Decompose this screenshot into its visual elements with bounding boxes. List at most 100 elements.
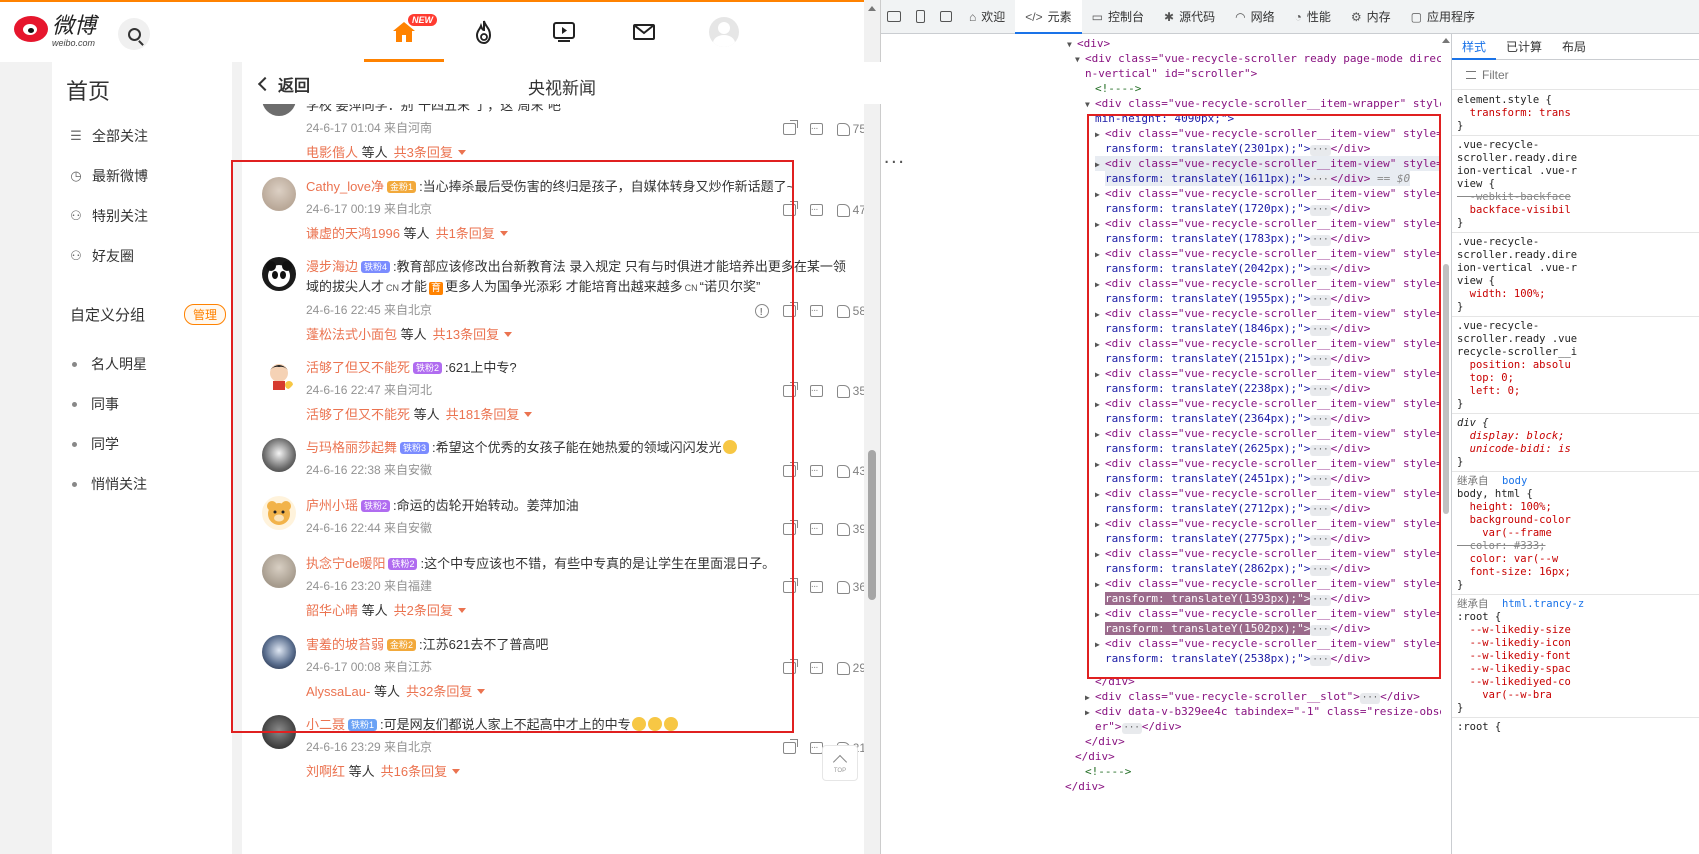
reply-count[interactable]: 共3条回复	[394, 145, 453, 160]
reply-user[interactable]: 韶华心晴	[306, 603, 358, 618]
comment-username[interactable]: 害羞的坡苔弱	[306, 637, 384, 652]
reply-user[interactable]: 蓬松法式小面包	[306, 327, 397, 342]
comment-username[interactable]: Cathy_love净	[306, 179, 384, 194]
dom-item-view[interactable]: ▶ <div class="vue-recycle-scroller__item-…	[1095, 186, 1446, 201]
dom-item-view[interactable]: ▶ <div class="vue-recycle-scroller__item-…	[1095, 336, 1446, 351]
style-line[interactable]: }	[1457, 301, 1463, 314]
sidebar-item-latest[interactable]: ◷ 最新微博	[68, 156, 228, 196]
style-line[interactable]: unicode-bidi: is	[1457, 443, 1571, 456]
device-button[interactable]	[907, 0, 933, 34]
style-line[interactable]: }	[1457, 456, 1463, 469]
reply-user[interactable]: AlyssaLau-	[306, 684, 370, 699]
comment-username[interactable]: 漫步海边	[306, 259, 358, 274]
dom-item-view[interactable]: ▶ <div class="vue-recycle-scroller__item-…	[1095, 366, 1446, 381]
style-line[interactable]: body	[1502, 475, 1527, 488]
ellipsis-icon[interactable]: ···	[1359, 693, 1381, 704]
more-icon[interactable]: ···	[883, 155, 905, 169]
share-button[interactable]	[782, 120, 798, 135]
style-line[interactable]: }	[1457, 579, 1463, 592]
reply-summary[interactable]: 刘啊红 等人 共16条回复	[306, 763, 866, 781]
reply-button[interactable]	[809, 381, 823, 401]
dom-item-view[interactable]: ▶ <div class="vue-recycle-scroller__item-…	[1095, 456, 1446, 471]
reply-summary[interactable]: AlyssaLau- 等人 共32条回复	[306, 683, 866, 701]
back-to-top-button[interactable]: TOP	[822, 745, 858, 781]
style-line[interactable]: view {	[1457, 178, 1495, 191]
reply-button[interactable]	[809, 658, 823, 678]
reply-user[interactable]: 电影偕人	[306, 145, 358, 160]
ellipsis-icon[interactable]: ···	[1310, 175, 1331, 186]
dock-button[interactable]	[933, 0, 959, 34]
style-line[interactable]: var(--frame	[1457, 527, 1552, 540]
style-line[interactable]: width: 100%;	[1457, 288, 1546, 301]
reply-summary[interactable]: 蓬松法式小面包 等人 共13条回复	[306, 326, 866, 344]
ellipsis-icon[interactable]: ···	[1310, 445, 1331, 456]
reply-button[interactable]	[809, 200, 823, 220]
avatar[interactable]	[262, 177, 296, 211]
reply-button[interactable]	[809, 738, 823, 758]
dom-item-view[interactable]: ▶ <div class="vue-recycle-scroller__item-…	[1095, 156, 1446, 171]
scrollbar-thumb[interactable]	[1443, 264, 1449, 514]
style-line[interactable]: left: 0;	[1457, 385, 1521, 398]
ellipsis-icon[interactable]: ···	[1310, 355, 1331, 366]
tab-sources[interactable]: ✱ 源代码	[1154, 0, 1225, 34]
reply-user[interactable]: 刘啊红	[306, 764, 345, 779]
reply-count[interactable]: 共2条回复	[394, 603, 453, 618]
ellipsis-icon[interactable]: ···	[1310, 505, 1331, 516]
tab-layout[interactable]: 布局	[1552, 34, 1596, 60]
nav-hot[interactable]	[444, 2, 524, 62]
nav-video[interactable]	[524, 2, 604, 62]
search-button[interactable]	[118, 18, 150, 50]
like-button[interactable]: 75	[836, 119, 866, 139]
ellipsis-icon[interactable]: ···	[1310, 655, 1331, 666]
dom-item-view[interactable]: ▶ <div class="vue-recycle-scroller__item-…	[1095, 486, 1446, 501]
reply-count[interactable]: 共181条回复	[446, 407, 520, 422]
reply-summary[interactable]: 电影偕人 等人 共3条回复	[306, 144, 866, 162]
nav-home[interactable]: NEW	[364, 2, 444, 62]
dom-node[interactable]: ▼ <div class="vue-recycle-scroller__item-…	[1085, 96, 1446, 111]
style-line[interactable]: 继承自	[1457, 598, 1489, 611]
sidebar-item-special[interactable]: ⚇ 特别关注	[68, 196, 228, 236]
reply-user[interactable]: 谦虚的天鸿1996	[306, 226, 400, 241]
reply-button[interactable]	[809, 577, 823, 597]
reply-button[interactable]	[809, 461, 823, 481]
style-line[interactable]: html.trancy-z	[1502, 598, 1584, 611]
style-line[interactable]: --w-likediyed-co	[1457, 676, 1571, 689]
reply-count[interactable]: 共32条回复	[406, 684, 472, 699]
dom-item-view[interactable]: ▶ <div class="vue-recycle-scroller__item-…	[1095, 516, 1446, 531]
dom-item-view[interactable]: ▶ <div class="vue-recycle-scroller__item-…	[1095, 636, 1446, 651]
dom-item-view[interactable]: ▶ <div class="vue-recycle-scroller__item-…	[1095, 216, 1446, 231]
dom-node[interactable]: ▼ <div>	[1067, 36, 1110, 51]
scroll-up-icon[interactable]	[868, 6, 876, 11]
dom-item-view[interactable]: ▶ <div class="vue-recycle-scroller__item-…	[1095, 246, 1446, 261]
share-button[interactable]	[782, 462, 798, 477]
reply-summary[interactable]: 韶华心晴 等人 共2条回复	[306, 602, 866, 620]
reply-summary[interactable]: 活够了但又不能死 等人 共181条回复	[306, 406, 866, 424]
style-line[interactable]: div {	[1457, 417, 1489, 430]
nav-profile[interactable]	[684, 2, 764, 62]
ellipsis-icon[interactable]: ···	[1310, 145, 1331, 156]
style-line[interactable]: top: 0;	[1457, 372, 1514, 385]
dom-item-view[interactable]: ▶ <div class="vue-recycle-scroller__item-…	[1095, 126, 1446, 141]
style-line[interactable]: recycle-scroller__i	[1457, 346, 1577, 359]
group-item[interactable]: 同学	[72, 424, 147, 464]
style-line[interactable]: .vue-recycle-	[1457, 139, 1539, 152]
tab-performance[interactable]: ◔ 性能	[1285, 0, 1341, 34]
ellipsis-icon[interactable]: ···	[1310, 565, 1331, 576]
style-line[interactable]: :root {	[1457, 611, 1501, 624]
style-line[interactable]: }	[1457, 120, 1463, 133]
dom-node[interactable]: ▶ <div data-v-b329ee4c tabindex="-1" clas…	[1085, 704, 1446, 719]
tab-memory[interactable]: ⚙ 内存	[1341, 0, 1401, 34]
reply-button[interactable]	[809, 519, 823, 539]
comment-username[interactable]: 小二聂	[306, 717, 345, 732]
ellipsis-icon[interactable]: ···	[1310, 475, 1331, 486]
style-line[interactable]: 继承自	[1457, 475, 1489, 488]
group-item[interactable]: 名人明星	[72, 344, 147, 384]
share-button[interactable]	[782, 201, 798, 216]
avatar[interactable]	[262, 257, 296, 291]
dom-comment[interactable]: <!---->	[1095, 81, 1141, 96]
tab-console[interactable]: ▭ 控制台	[1082, 0, 1154, 34]
style-line[interactable]: ion-vertical .vue-r	[1457, 165, 1577, 178]
style-line[interactable]: color: #333;	[1457, 540, 1546, 553]
style-line[interactable]: backface-visibil	[1457, 204, 1571, 217]
like-button[interactable]: 43	[836, 461, 866, 481]
